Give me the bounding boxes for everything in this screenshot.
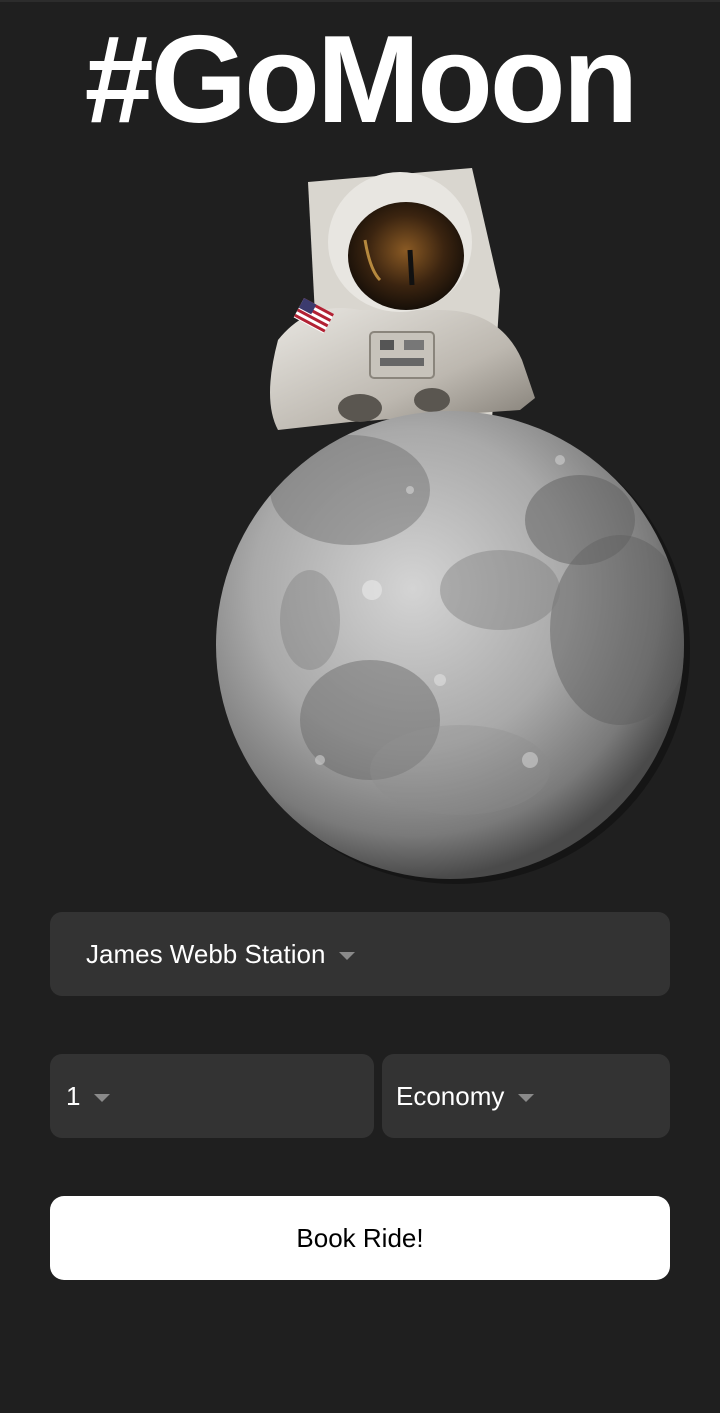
chevron-down-icon	[518, 1093, 535, 1102]
astronaut-figure	[270, 168, 535, 430]
destination-select-value: James Webb Station	[86, 938, 326, 969]
book-ride-button[interactable]: Book Ride!	[50, 1196, 670, 1280]
passengers-select-value: 1	[66, 1080, 81, 1111]
chevron-down-icon	[94, 1093, 111, 1102]
travel-class-select-value: Economy	[396, 1080, 505, 1111]
moon-sphere	[216, 411, 690, 884]
top-edge	[0, 0, 720, 2]
passengers-select[interactable]: 1	[50, 1054, 374, 1138]
chevron-down-icon	[339, 951, 356, 960]
hero-astronaut-moon-image	[200, 160, 700, 905]
travel-class-select[interactable]: Economy	[382, 1054, 670, 1138]
destination-select[interactable]: James Webb Station	[50, 912, 670, 996]
app-title: #GoMoon	[84, 11, 639, 149]
